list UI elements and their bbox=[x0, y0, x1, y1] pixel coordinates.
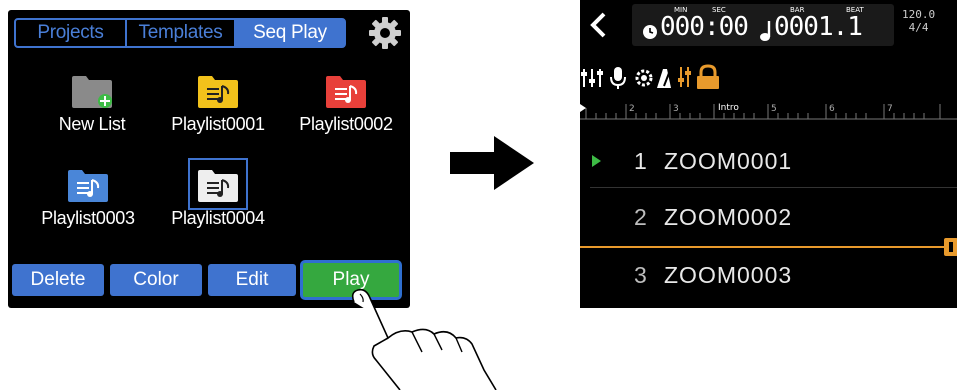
playlist-folder-icon bbox=[198, 170, 238, 202]
microphone-icon[interactable] bbox=[608, 66, 628, 90]
ruler-mark: 2 bbox=[629, 104, 635, 114]
note-icon bbox=[760, 21, 771, 41]
right-arrow-icon bbox=[450, 136, 534, 190]
tab-projects[interactable]: Projects bbox=[14, 18, 127, 48]
playhead-line bbox=[580, 246, 948, 248]
playlist-folder-icon bbox=[198, 76, 238, 108]
item-label: Playlist0004 bbox=[171, 208, 265, 228]
track-number: 2 bbox=[634, 204, 647, 230]
lock-settings-icon[interactable] bbox=[677, 64, 721, 90]
item-label: Playlist0002 bbox=[299, 114, 393, 134]
track-row[interactable]: 1 ZOOM0001 bbox=[580, 134, 957, 188]
delete-button[interactable]: Delete bbox=[12, 264, 104, 296]
color-button[interactable]: Color bbox=[110, 264, 202, 296]
playlist-folder-icon bbox=[68, 170, 108, 202]
playback-screen: MIN SEC 000:00 BAR BEAT 0001.1 120.0 4/4 bbox=[580, 0, 957, 308]
new-list-item[interactable]: New List bbox=[32, 68, 152, 148]
playlist-item[interactable]: Playlist0003 bbox=[28, 162, 148, 242]
track-name: ZOOM0001 bbox=[664, 148, 793, 174]
play-indicator-icon bbox=[592, 155, 601, 167]
toolbar-icons bbox=[580, 64, 957, 94]
gear-icon[interactable] bbox=[368, 16, 402, 50]
playlist-item[interactable]: Playlist0001 bbox=[158, 68, 278, 148]
position-counter: MIN SEC 000:00 BAR BEAT 0001.1 bbox=[632, 4, 894, 46]
ruler-mark: 3 bbox=[673, 104, 679, 114]
bar-value: 0001.1 bbox=[774, 12, 863, 42]
track-row[interactable]: 3 ZOOM0003 bbox=[580, 250, 957, 304]
tab-seq-play[interactable]: Seq Play bbox=[234, 18, 346, 48]
time-value: 000:00 bbox=[660, 12, 749, 42]
item-label: Playlist0003 bbox=[41, 208, 135, 228]
ruler-mark: 6 bbox=[829, 104, 835, 114]
track-row[interactable]: 2 ZOOM0002 bbox=[580, 190, 957, 244]
item-label: New List bbox=[58, 114, 126, 134]
playlist-item-selected[interactable]: Playlist0004 bbox=[158, 158, 278, 242]
time-signature: 4/4 bbox=[908, 21, 929, 34]
back-chevron-icon[interactable] bbox=[588, 12, 608, 38]
edit-button[interactable]: Edit bbox=[208, 264, 296, 296]
track-name: ZOOM0002 bbox=[664, 204, 793, 230]
tab-templates[interactable]: Templates bbox=[125, 18, 236, 48]
tempo-display[interactable]: 120.0 4/4 bbox=[902, 8, 935, 34]
track-name: ZOOM0003 bbox=[664, 262, 793, 288]
playlist-folder-icon bbox=[326, 76, 366, 108]
seq-play-screen: Projects Templates Seq Play New List Pla… bbox=[8, 10, 410, 308]
item-label: Playlist0001 bbox=[171, 114, 265, 134]
timeline-ruler[interactable]: 2 3 Intro 5 6 7 bbox=[580, 98, 957, 120]
ruler-mark: 5 bbox=[771, 104, 777, 114]
track-number: 3 bbox=[634, 262, 647, 288]
effects-metronome-icon[interactable] bbox=[633, 66, 673, 90]
tempo-value: 120.0 bbox=[902, 8, 936, 21]
new-list-folder-icon bbox=[72, 76, 112, 108]
pointing-hand-icon bbox=[351, 288, 497, 390]
row-divider bbox=[590, 187, 957, 188]
top-tabs: Projects Templates Seq Play bbox=[14, 18, 364, 48]
ruler-marker-label: Intro bbox=[718, 103, 739, 113]
playlist-item[interactable]: Playlist0002 bbox=[286, 68, 406, 148]
ruler-mark: 7 bbox=[887, 104, 893, 114]
clock-icon bbox=[643, 25, 657, 39]
track-number: 1 bbox=[634, 148, 647, 174]
mixer-icon[interactable] bbox=[580, 66, 604, 90]
